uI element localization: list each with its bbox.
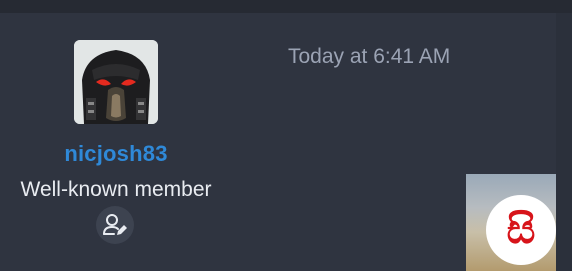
- avatar[interactable]: [74, 40, 158, 124]
- scrollbar[interactable]: [556, 13, 572, 271]
- post-timestamp[interactable]: Today at 6:41 AM: [288, 45, 450, 69]
- site-logo-text: සි: [506, 207, 536, 253]
- user-title: Well-known member: [20, 178, 212, 201]
- site-logo-badge[interactable]: සි: [486, 195, 556, 265]
- author-badge[interactable]: [96, 206, 134, 244]
- username-link[interactable]: nicjosh83: [0, 141, 232, 167]
- predator-mask-avatar-icon: [74, 40, 158, 124]
- user-edit-icon: [103, 214, 127, 235]
- top-bar: [0, 0, 572, 13]
